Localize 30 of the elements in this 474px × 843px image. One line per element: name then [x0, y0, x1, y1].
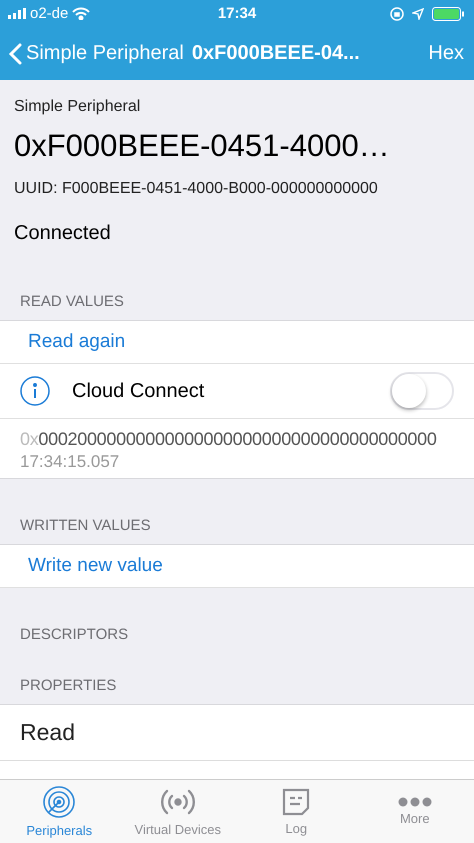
uuid-label: UUID: F000BEEE-0451-4000-B000-000000000000 — [14, 180, 379, 198]
tab-bar-item[interactable]: More — [356, 780, 474, 843]
connection-state: Connected — [14, 222, 112, 245]
carrier-name: o2-de — [30, 5, 68, 22]
characteristic-name: 0xF000BEEE-0451-4000… — [14, 128, 391, 164]
notify-label: Cloud Connect — [72, 380, 206, 402]
clock-time: 17:34 — [218, 5, 256, 22]
hex-button[interactable]: Hex — [428, 42, 464, 65]
signal-icon — [8, 8, 26, 19]
back-button[interactable]: Simple Peripheral — [8, 42, 184, 65]
tab-bar-item[interactable]: Peripherals — [0, 780, 118, 843]
read-value: 0x00020000000000000000000000000000000000000 — [20, 429, 438, 450]
property-row: Read — [0, 705, 474, 761]
more-icon — [398, 797, 432, 807]
write-new-value-button[interactable]: Write new value — [0, 545, 474, 588]
tab-bar-item[interactable]: Virtual Devices — [118, 780, 237, 843]
location-icon — [412, 8, 424, 20]
battery-icon — [432, 6, 466, 20]
value-timestamp: 17:34:15.057 — [20, 452, 120, 472]
wifi-icon — [72, 7, 90, 20]
tab-bar-item[interactable]: Log — [237, 780, 356, 843]
section-header: DESCRIPTORS — [19, 625, 130, 645]
service-name: Simple Peripheral — [14, 98, 142, 116]
screen-title: 0xF000BEEE-04... — [192, 42, 361, 65]
note-icon — [281, 787, 312, 817]
notify-switch[interactable] — [390, 372, 454, 410]
radar-icon — [42, 785, 76, 819]
info-icon[interactable] — [20, 376, 50, 406]
rotation-lock-icon — [390, 6, 404, 20]
chevron-left-icon — [8, 42, 22, 64]
